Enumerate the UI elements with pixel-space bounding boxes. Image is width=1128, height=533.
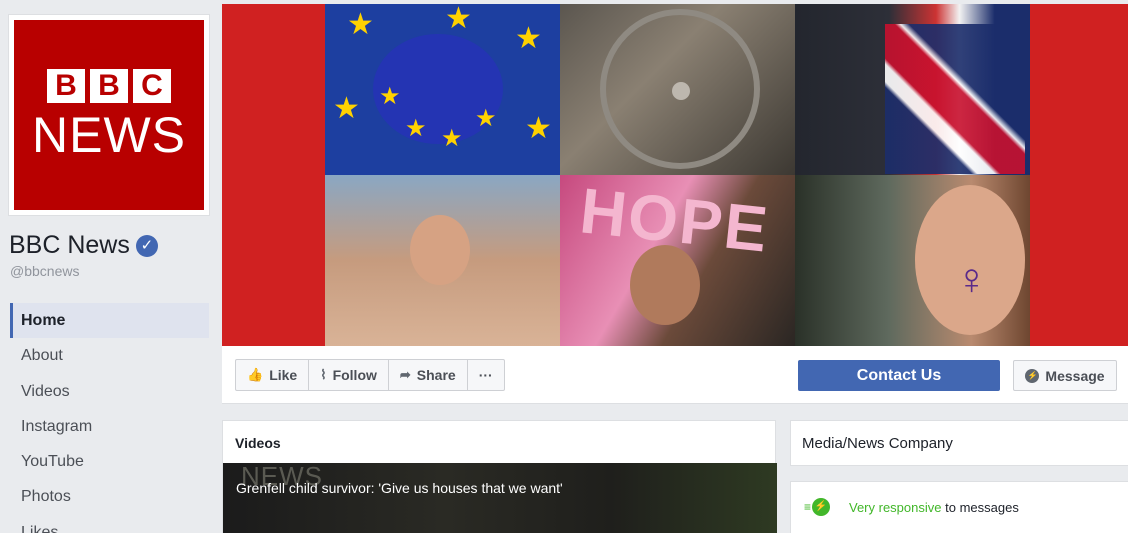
nav-item-about[interactable]: About <box>10 338 209 373</box>
video-thumbnail[interactable]: NEWS Grenfell child survivor: 'Give us h… <box>223 463 777 533</box>
like-label: Like <box>269 367 298 383</box>
action-button-group: 👍 Like ⌇ Follow ➦ Share ··· <box>235 359 505 391</box>
star-icon: ★ <box>445 4 472 35</box>
cover-tile-heart-hands <box>325 175 560 346</box>
cover-tile-bicycle-wheel <box>560 4 795 175</box>
page-name[interactable]: BBC News ✓ <box>9 231 158 260</box>
venus-symbol-icon: ♀ <box>955 255 988 304</box>
nav-item-likes[interactable]: Likes <box>10 515 209 533</box>
star-icon: ★ <box>379 83 401 110</box>
like-button[interactable]: 👍 Like <box>236 360 310 390</box>
star-icon: ★ <box>405 115 427 142</box>
bbc-news-logo: B B C NEWS <box>14 20 204 210</box>
messenger-bubble-icon: ⚡ <box>812 498 831 516</box>
page-handle: @bbcnews <box>10 263 80 279</box>
cover-tile-hope: HOPE <box>560 175 795 346</box>
logo-block: C <box>133 69 171 103</box>
nav-item-home[interactable]: Home <box>10 303 209 339</box>
responsiveness-strong: Very responsive <box>849 500 942 515</box>
share-arrow-icon: ➦ <box>399 367 411 382</box>
cover-photo[interactable]: ★ ★ ★ ★ ★ ★ ★ ★ ★ HOPE ♀ <box>222 4 1128 346</box>
nav-item-videos[interactable]: Videos <box>10 374 209 409</box>
messenger-icon: ⚡ <box>1025 368 1040 383</box>
profile-picture[interactable]: B B C NEWS <box>8 14 210 216</box>
responsive-messenger-icon: ≡ ⚡ <box>804 498 831 516</box>
more-options-button[interactable]: ··· <box>468 360 504 390</box>
wheel-hub-shape <box>672 82 690 100</box>
cover-tile-union-flag <box>795 4 1030 175</box>
face-shape <box>630 245 700 325</box>
verified-badge-icon: ✓ <box>135 234 158 257</box>
follow-button[interactable]: ⌇ Follow <box>309 360 389 390</box>
responsiveness-panel: ≡ ⚡ Very responsive to messages <box>790 481 1128 533</box>
nav-item-instagram[interactable]: Instagram <box>10 409 209 444</box>
speed-lines-icon: ≡ <box>804 500 812 514</box>
responsiveness-rest: to messages <box>941 500 1019 515</box>
nav-item-photos[interactable]: Photos <box>10 479 209 514</box>
star-icon: ★ <box>347 8 374 41</box>
category-panel: Media/News Company <box>790 420 1128 466</box>
left-column: B B C NEWS BBC News ✓ @bbcnews Home Abou… <box>0 0 216 533</box>
page-category[interactable]: Media/News Company <box>802 435 953 452</box>
cover-tile-eu-beret: ★ ★ ★ ★ ★ ★ ★ ★ ★ <box>325 4 560 175</box>
share-label: Share <box>416 367 456 383</box>
page-action-bar: 👍 Like ⌇ Follow ➦ Share ··· Contact Us ⚡… <box>222 346 1128 404</box>
more-icon: ··· <box>478 367 493 383</box>
face-shape <box>410 215 470 285</box>
follow-label: Follow <box>332 367 377 383</box>
star-icon: ★ <box>515 22 542 55</box>
star-icon: ★ <box>475 105 497 132</box>
star-icon: ★ <box>525 112 552 145</box>
responsiveness-text: Very responsive to messages <box>849 500 1019 515</box>
thumbs-up-icon: 👍 <box>247 367 264 382</box>
logo-block: B <box>47 69 85 103</box>
bbc-letter-blocks: B B C <box>47 69 171 103</box>
videos-panel: Videos NEWS Grenfell child survivor: 'Gi… <box>222 420 777 533</box>
star-icon: ★ <box>441 125 463 152</box>
cover-collage: ★ ★ ★ ★ ★ ★ ★ ★ ★ HOPE ♀ <box>325 4 1030 346</box>
video-caption[interactable]: Grenfell child survivor: 'Give us houses… <box>236 480 563 496</box>
star-icon: ★ <box>333 92 360 125</box>
message-label: Message <box>1045 367 1105 384</box>
logo-block: B <box>90 69 128 103</box>
page-nav: Home About Videos Instagram YouTube Phot… <box>10 303 209 533</box>
page-name-text[interactable]: BBC News <box>9 231 130 260</box>
nav-item-youtube[interactable]: YouTube <box>10 444 209 479</box>
videos-panel-title[interactable]: Videos <box>235 435 281 451</box>
cover-tile-venus-face: ♀ <box>795 175 1030 346</box>
flag-shape <box>885 24 1025 174</box>
logo-word: NEWS <box>32 107 186 163</box>
rss-icon: ⌇ <box>320 367 327 382</box>
message-button[interactable]: ⚡ Message <box>1013 360 1117 391</box>
contact-us-button[interactable]: Contact Us <box>798 360 1000 391</box>
share-button[interactable]: ➦ Share <box>389 360 468 390</box>
